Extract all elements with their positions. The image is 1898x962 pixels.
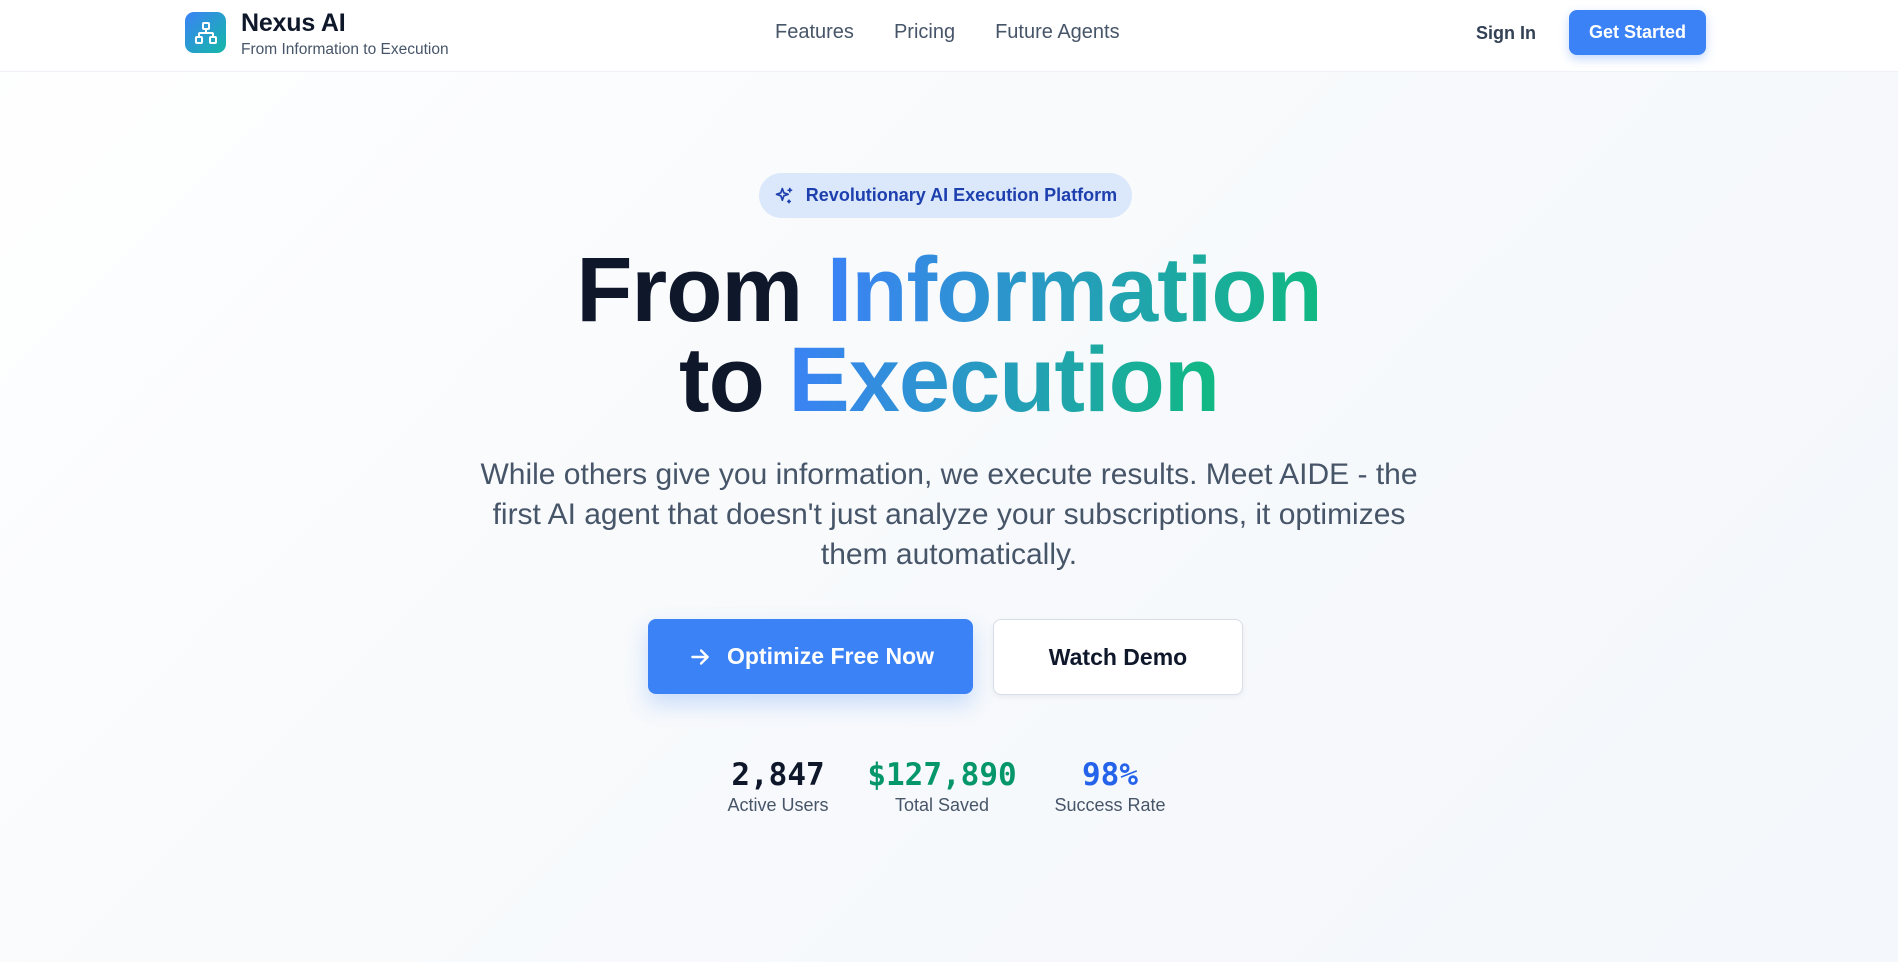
optimize-free-now-label: Optimize Free Now	[726, 643, 935, 669]
hero-headline: From Information to Execution	[0, 244, 1898, 426]
sparkles-icon	[775, 187, 793, 203]
hero-badge-label: Revolutionary AI Execution Platform	[805, 185, 1118, 205]
brand-name: Nexus AI	[241, 9, 346, 37]
optimize-free-now-button[interactable]: Optimize Free Now	[648, 619, 973, 694]
nav-link-future-agents[interactable]: Future Agents	[995, 20, 1120, 44]
logo	[185, 12, 226, 53]
watch-demo-button[interactable]: Watch Demo	[993, 619, 1243, 695]
stat-label: Active Users	[727, 795, 829, 815]
headline-line1-plain: From	[576, 239, 827, 341]
network-diagram-icon	[194, 21, 217, 44]
nav-link-pricing[interactable]: Pricing	[894, 20, 955, 44]
brand-tagline: From Information to Execution	[241, 41, 449, 58]
hero-subtext: While others give you information, we ex…	[480, 458, 1418, 571]
stat-value: 98%	[1082, 757, 1138, 793]
brand[interactable]: Nexus AI From Information to Execution	[185, 10, 449, 59]
headline-line2-accent: Execution	[788, 329, 1220, 431]
headline-line2-plain: to	[678, 329, 789, 431]
get-started-button[interactable]: Get Started	[1569, 10, 1706, 55]
stat-label: Total Saved	[894, 795, 990, 815]
top-navbar: Nexus AI From Information to Execution F…	[0, 0, 1898, 72]
sign-in-link[interactable]: Sign In	[1476, 21, 1536, 45]
stat-success-rate: 98% Success Rate	[1050, 755, 1170, 815]
main-nav: Features Pricing Future Agents	[775, 20, 1120, 44]
stat-label: Success Rate	[1054, 795, 1166, 815]
hero-badge: Revolutionary AI Execution Platform	[759, 173, 1132, 218]
headline-line1-accent: Information	[826, 239, 1323, 341]
arrow-right-icon	[691, 648, 709, 665]
stat-value: $127,890	[867, 757, 1017, 793]
stat-active-users: 2,847 Active Users	[718, 755, 838, 815]
nav-link-features[interactable]: Features	[775, 20, 854, 44]
stat-value: 2,847	[731, 757, 825, 793]
stat-total-saved: $127,890 Total Saved	[862, 755, 1022, 815]
